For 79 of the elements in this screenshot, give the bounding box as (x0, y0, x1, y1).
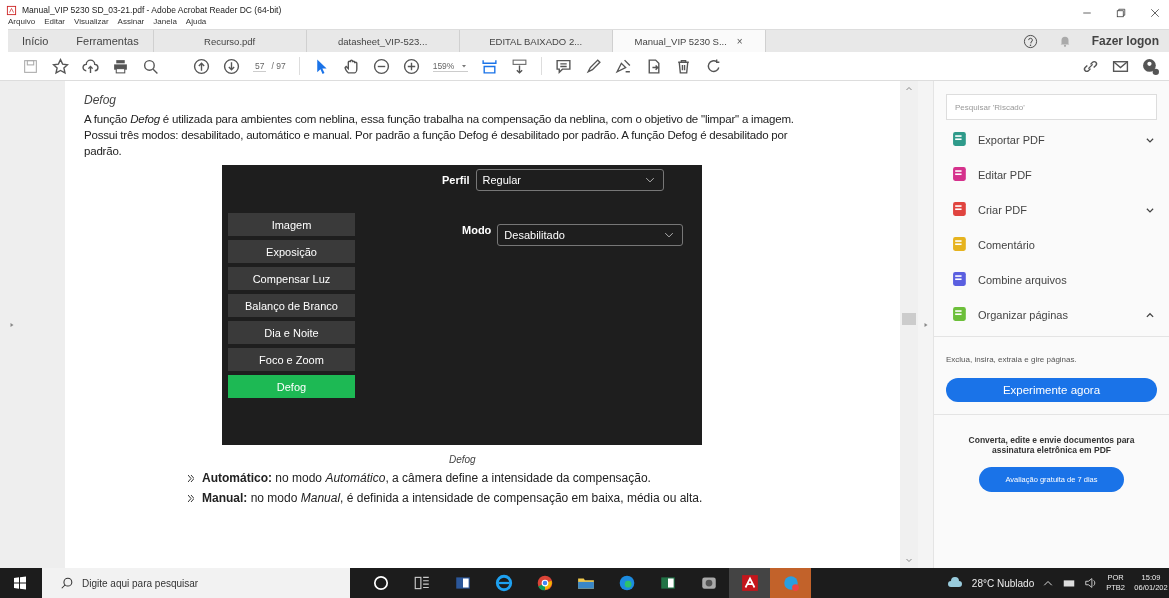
browser-e-icon[interactable] (494, 574, 513, 592)
try-now-button[interactable]: Experimente agora (946, 378, 1157, 402)
pen-icon[interactable] (585, 57, 603, 75)
user-add-icon[interactable] (1142, 57, 1159, 75)
document-tab[interactable]: datasheet_VIP-523... (305, 30, 459, 52)
menu-item[interactable]: Arquivo (8, 17, 36, 29)
cloud-upload-icon[interactable] (82, 57, 99, 75)
restore-icon[interactable] (1115, 7, 1127, 19)
scrollbar-thumb[interactable] (902, 313, 916, 325)
menu-button[interactable]: Foco e Zoom (228, 348, 355, 371)
hand-icon[interactable] (342, 57, 360, 75)
menu-item[interactable]: Assinar (117, 17, 145, 29)
document-tab[interactable]: Manual_VIP 5230 S... × (611, 30, 766, 52)
paragraph: A função Defog é utilizada para ambientes com neblina, essa função trabalha na compensação da neblina, com o objetivo de "limpar" a imagem. Possui três modos: desabilitado, automático e manual. Por padrão a função Defog é desabilitado por padrão. A função Defog é desabilitado por padrão. (84, 112, 795, 159)
tool-item[interactable]: Comentário (934, 227, 1169, 262)
figure-caption: Defog (448, 454, 477, 465)
tool-description: Exclua, insira, extraia e gire páginas. (946, 355, 1078, 364)
scroll-mode-icon[interactable] (511, 57, 529, 75)
zoom-dropdown[interactable]: 159% (432, 60, 469, 72)
page-number-field[interactable]: 57 (253, 60, 267, 72)
field-label: Modo (462, 224, 492, 236)
menu-button[interactable]: Exposição (228, 240, 355, 263)
fit-page-icon[interactable] (481, 57, 499, 75)
help-icon[interactable] (1022, 33, 1038, 49)
document-tab[interactable]: EDITAL BAIXADO 2... (458, 30, 612, 52)
print-icon[interactable] (112, 57, 129, 75)
menu-item[interactable]: Visualizar (74, 17, 109, 29)
zoom-in-icon[interactable] (402, 57, 420, 75)
field-label: Perfil (442, 174, 470, 186)
edge-icon[interactable] (617, 574, 636, 592)
comment-icon[interactable] (555, 57, 573, 75)
page-up-icon[interactable] (193, 57, 210, 75)
pdf-icon (6, 4, 17, 16)
chrome-icon[interactable] (535, 574, 554, 592)
section-heading: Defog (84, 93, 118, 107)
weather-text: 28°C Nublado (971, 577, 1035, 589)
zoom-out-icon[interactable] (372, 57, 390, 75)
tool-item[interactable]: Editar PDF (934, 157, 1169, 192)
promo-text: Converta, edite e envie documentos para assinatura eletrônica em PDF (967, 435, 1136, 455)
bullet-mark (188, 474, 194, 482)
list-item-text: Automático: no modo Automático, a câmera define a intensidade da compensação. (202, 471, 651, 485)
bullet-mark (188, 494, 194, 502)
profile-dropdown[interactable]: Regular (475, 169, 664, 191)
tab-close-button[interactable]: × (736, 35, 743, 47)
task-view-icon[interactable] (412, 574, 431, 592)
document-tab[interactable]: Recurso.pdf (152, 30, 306, 52)
scrollbar[interactable] (900, 81, 918, 568)
menu-item[interactable]: Janela (153, 17, 177, 29)
close-icon[interactable] (1149, 7, 1161, 19)
camera-app-icon[interactable] (699, 574, 718, 592)
menu-item[interactable]: Editar (44, 17, 66, 29)
mode-dropdown[interactable]: Desabilitado (497, 224, 684, 246)
list-item-text: Manual: no modo Manual, é definida a intensidade de compensação em baixa, média ou alta. (202, 491, 703, 505)
excel-icon[interactable] (658, 574, 677, 592)
menu-button[interactable]: Dia e Noite (228, 321, 355, 344)
search-field[interactable]: Pesquisar 'Riscado' (946, 94, 1157, 120)
login-link[interactable]: Fazer logon (1091, 34, 1159, 48)
taskbar-search-field[interactable]: Digite aqui para pesquisar (42, 568, 350, 598)
menu-button[interactable]: Compensar Luz (228, 267, 355, 290)
menu-item[interactable]: Ajuda (185, 17, 207, 29)
menu-button[interactable]: Imagem (228, 213, 355, 236)
cortana-icon[interactable] (371, 574, 390, 592)
tool-item[interactable]: Combine arquivos (934, 262, 1169, 297)
window-title: Manual_VIP 5230 SD_03-21.pdf - Adobe Acrobat Reader DC (64-bit) (22, 5, 282, 15)
word-icon[interactable] (453, 574, 472, 592)
page-down-icon[interactable] (223, 57, 240, 75)
nav-tab[interactable]: Ferramentas (62, 30, 153, 52)
search-icon (60, 576, 74, 590)
windows-start-icon[interactable] (12, 575, 28, 591)
tool-item[interactable]: Organizar páginas (934, 297, 1169, 332)
star-icon[interactable] (52, 57, 69, 75)
nav-tab[interactable]: Início (8, 30, 63, 52)
acrobat-icon[interactable] (740, 574, 759, 592)
tool-item[interactable]: Criar PDF (934, 192, 1169, 227)
tool-item[interactable]: Exportar PDF (934, 122, 1169, 157)
menu-button[interactable]: Balanço de Branco (228, 294, 355, 317)
page-total: / 97 (271, 61, 286, 71)
signature-icon[interactable] (615, 57, 633, 75)
zoom-search-icon[interactable] (142, 57, 159, 75)
